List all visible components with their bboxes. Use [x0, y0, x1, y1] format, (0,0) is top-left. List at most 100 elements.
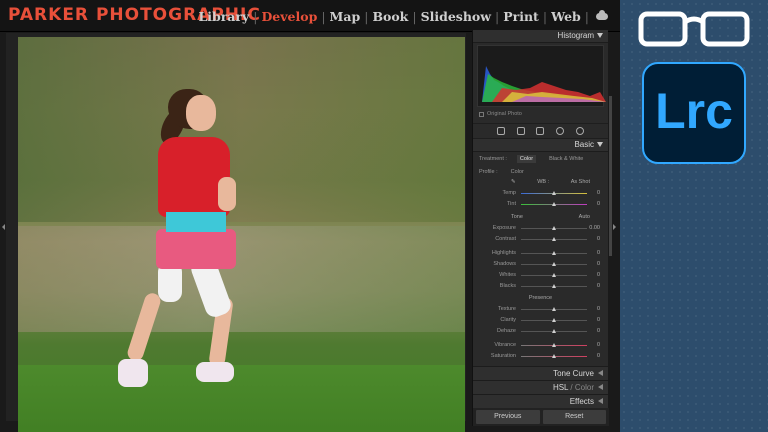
exposure-label: Exposure: [492, 225, 516, 231]
image-canvas[interactable]: [6, 33, 466, 432]
lightroom-classic-logo: Lrc: [642, 62, 746, 164]
tint-slider[interactable]: Tint 0: [473, 199, 608, 210]
module-bar: Parker Photographic Library | Develop | Ma…: [0, 0, 620, 32]
treatment-label: Treatment :: [479, 155, 507, 162]
expand-triangle-icon[interactable]: [598, 398, 603, 404]
treatment-bw[interactable]: Black & White: [546, 155, 586, 163]
contrast-value[interactable]: 0: [597, 236, 600, 242]
dehaze-slider[interactable]: Dehaze 0: [473, 326, 608, 337]
hsl-header[interactable]: HSL / Color: [473, 380, 608, 394]
shadows-slider[interactable]: Shadows 0: [473, 259, 608, 270]
exposure-slider[interactable]: Exposure 0.00: [473, 223, 608, 234]
texture-slider[interactable]: Texture 0: [473, 304, 608, 315]
wb-eyedropper-icon[interactable]: ✎: [511, 179, 516, 188]
whites-slider[interactable]: Whites 0: [473, 270, 608, 281]
exposure-thumb[interactable]: [552, 226, 556, 230]
panel-scrollbar[interactable]: [609, 96, 612, 256]
dehaze-value[interactable]: 0: [597, 328, 600, 334]
runner-waistband: [166, 212, 226, 232]
effects-title: Effects: [569, 397, 594, 406]
texture-thumb[interactable]: [552, 307, 556, 311]
wb-label: WB :: [537, 179, 550, 185]
vibrance-thumb[interactable]: [552, 343, 556, 347]
contrast-slider[interactable]: Contrast 0: [473, 234, 608, 245]
cloud-icon[interactable]: [596, 10, 608, 20]
whites-value[interactable]: 0: [597, 272, 600, 278]
left-panel-toggle-icon[interactable]: [2, 224, 5, 230]
module-map[interactable]: Map: [327, 9, 364, 24]
blacks-value[interactable]: 0: [597, 283, 600, 289]
histogram-display[interactable]: [477, 45, 606, 107]
healing-icon[interactable]: [536, 127, 545, 135]
histogram-header[interactable]: Histogram: [473, 30, 608, 43]
temp-slider[interactable]: Temp 0: [473, 188, 608, 199]
red-eye-icon[interactable]: [556, 127, 565, 135]
whites-thumb[interactable]: [552, 273, 556, 277]
panel-buttons: Previous Reset: [473, 408, 609, 426]
runner-shoe: [196, 362, 234, 382]
collapse-triangle-icon[interactable]: [597, 33, 603, 38]
edit-sliders-icon[interactable]: [496, 127, 505, 135]
vibrance-slider[interactable]: Vibrance 0: [473, 340, 608, 351]
tint-value[interactable]: 0: [597, 201, 600, 207]
module-web[interactable]: Web: [548, 9, 584, 24]
clarity-slider[interactable]: Clarity 0: [473, 315, 608, 326]
module-slideshow[interactable]: Slideshow: [418, 9, 494, 24]
wb-select[interactable]: As Shot: [571, 179, 590, 188]
effects-header[interactable]: Effects: [473, 394, 608, 408]
profile-label: Profile :: [479, 168, 498, 175]
lightroom-logo-text: Lrc: [655, 83, 733, 139]
module-print[interactable]: Print: [500, 9, 542, 24]
saturation-thumb[interactable]: [552, 354, 556, 358]
shadows-label: Shadows: [493, 261, 516, 267]
contrast-thumb[interactable]: [552, 237, 556, 241]
module-develop[interactable]: Develop: [258, 9, 320, 24]
shadows-thumb[interactable]: [552, 262, 556, 266]
profile-select[interactable]: Color: [508, 168, 527, 176]
collapse-triangle-icon[interactable]: [597, 142, 603, 147]
clarity-value[interactable]: 0: [597, 317, 600, 323]
saturation-value[interactable]: 0: [597, 353, 600, 359]
exposure-value[interactable]: 0.00: [589, 225, 600, 231]
blacks-thumb[interactable]: [552, 284, 556, 288]
expand-triangle-icon[interactable]: [598, 370, 603, 376]
photo-preview[interactable]: [18, 37, 465, 432]
highlights-slider[interactable]: Highlights 0: [473, 248, 608, 259]
module-book[interactable]: Book: [369, 9, 411, 24]
vibrance-value[interactable]: 0: [597, 342, 600, 348]
highlights-value[interactable]: 0: [597, 250, 600, 256]
dehaze-label: Dehaze: [497, 328, 516, 334]
basic-header[interactable]: Basic: [473, 139, 608, 152]
runner-face: [186, 95, 216, 131]
highlights-thumb[interactable]: [552, 251, 556, 255]
expand-triangle-icon[interactable]: [598, 384, 603, 390]
dehaze-thumb[interactable]: [552, 329, 556, 333]
texture-value[interactable]: 0: [597, 306, 600, 312]
blacks-label: Blacks: [499, 283, 516, 289]
module-picker: Library | Develop | Map | Book | Slideshow | …: [195, 9, 608, 24]
wb-row: ✎ WB : As Shot: [473, 178, 608, 188]
temp-value[interactable]: 0: [597, 190, 600, 196]
saturation-slider[interactable]: Saturation 0: [473, 351, 608, 362]
previous-button[interactable]: Previous: [476, 410, 540, 424]
clarity-thumb[interactable]: [552, 318, 556, 322]
shadows-value[interactable]: 0: [597, 261, 600, 267]
tint-thumb[interactable]: [552, 202, 556, 206]
treatment-color[interactable]: Color: [516, 154, 537, 163]
masking-icon[interactable]: [576, 127, 585, 135]
right-panel-toggle-icon[interactable]: [613, 224, 616, 230]
blacks-slider[interactable]: Blacks 0: [473, 281, 608, 292]
temp-thumb[interactable]: [552, 191, 556, 195]
runner-shorts: [156, 229, 236, 269]
tone-auto-button[interactable]: Auto: [579, 214, 590, 223]
texture-label: Texture: [497, 306, 516, 312]
original-photo-toggle[interactable]: Original Photo: [473, 109, 608, 119]
lightroom-window: Parker Photographic Library | Develop | Ma…: [0, 0, 768, 432]
crop-icon[interactable]: [516, 127, 525, 135]
module-library[interactable]: Library: [195, 9, 252, 24]
original-photo-checkbox[interactable]: [479, 111, 484, 117]
photo-grass: [18, 365, 465, 432]
runner-arm: [218, 177, 236, 211]
tone-curve-header[interactable]: Tone Curve: [473, 366, 608, 380]
reset-button[interactable]: Reset: [542, 410, 606, 424]
